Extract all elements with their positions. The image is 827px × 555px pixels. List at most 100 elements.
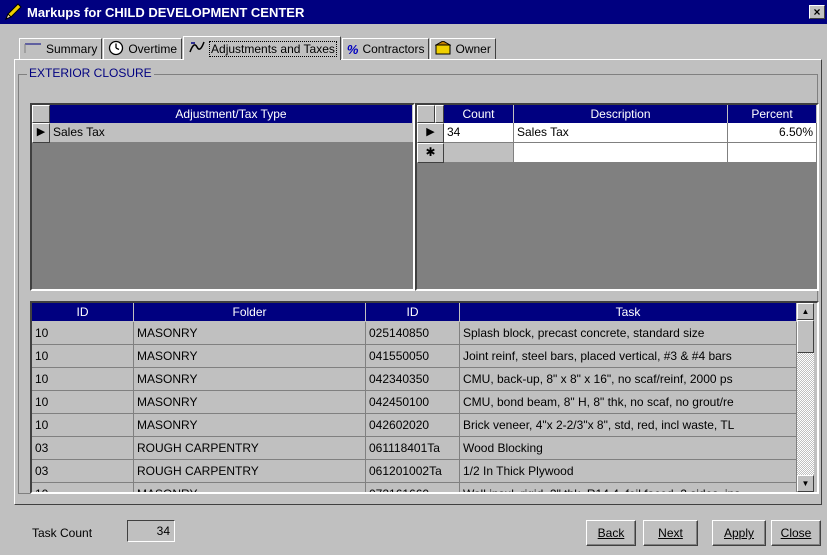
task-count-value: 34: [127, 520, 175, 542]
task-cell-id[interactable]: 10: [32, 368, 134, 391]
task-cell-task[interactable]: Wall insul, rigid, 2" thk, R14.4, foil f…: [460, 483, 797, 492]
current-row-arrow-icon[interactable]: ▶: [417, 123, 444, 143]
task-cell-item-id[interactable]: 061201002Ta: [366, 460, 460, 483]
percent-icon: %: [346, 41, 359, 57]
task-cell-folder[interactable]: MASONRY: [134, 368, 366, 391]
task-cell-folder[interactable]: MASONRY: [134, 414, 366, 437]
column-header-percent[interactable]: Percent: [728, 105, 817, 123]
back-button[interactable]: Back: [586, 520, 636, 546]
task-cell-id[interactable]: 10: [32, 414, 134, 437]
task-rows: 10 MASONRY 025140850 Splash block, precast …: [32, 322, 797, 492]
new-row-count-cell[interactable]: [444, 143, 514, 163]
tab-overtime[interactable]: Overtime: [103, 38, 183, 60]
task-cell-task[interactable]: Brick veneer, 4"x 2-2/3"x 8", std, red, …: [460, 414, 797, 437]
task-count-label: Task Count: [32, 526, 93, 540]
scroll-thumb[interactable]: [797, 320, 814, 353]
tab-summary-label: Summary: [46, 42, 98, 56]
tab-summary[interactable]: Summary: [19, 38, 103, 60]
column-header-adjustment-type[interactable]: Adjustment/Tax Type: [50, 105, 413, 123]
task-cell-id[interactable]: 03: [32, 460, 134, 483]
current-row-arrow-icon[interactable]: ▶: [32, 123, 50, 143]
rates-grid[interactable]: Count Description Percent ▶ 34 Sales Tax…: [415, 103, 819, 291]
new-row-percent-cell[interactable]: [728, 143, 817, 163]
grid-corner: [417, 105, 435, 123]
task-cell-item-id[interactable]: 061118401Ta: [366, 437, 460, 460]
task-cell-id[interactable]: 10: [32, 345, 134, 368]
column-header-description[interactable]: Description: [514, 105, 728, 123]
column-header-count[interactable]: Count: [444, 105, 514, 123]
group-label: EXTERIOR CLOSURE: [27, 66, 154, 80]
new-row-marker-icon[interactable]: ✱: [417, 143, 444, 163]
task-cell-id[interactable]: 10: [32, 322, 134, 345]
task-cell-item-id[interactable]: 041550050: [366, 345, 460, 368]
task-cell-folder[interactable]: ROUGH CARPENTRY: [134, 437, 366, 460]
rate-description-cell[interactable]: Sales Tax: [514, 123, 728, 143]
tab-adjustments-and-taxes[interactable]: Adjustments and Taxes: [183, 36, 341, 60]
column-header-item-id[interactable]: ID: [366, 303, 460, 321]
back-button-label: Back: [597, 526, 625, 540]
task-cell-folder[interactable]: MASONRY: [134, 391, 366, 414]
scroll-down-icon[interactable]: ▼: [797, 475, 814, 492]
tab-adjustments-label: Adjustments and Taxes: [209, 40, 337, 57]
task-cell-folder[interactable]: MASONRY: [134, 322, 366, 345]
table-row[interactable]: 10 MASONRY 042340350 CMU, back-up, 8" x 8" …: [32, 368, 797, 391]
task-cell-folder[interactable]: MASONRY: [134, 345, 366, 368]
task-cell-id[interactable]: 10: [32, 483, 134, 492]
task-cell-folder[interactable]: ROUGH CARPENTRY: [134, 460, 366, 483]
scroll-up-icon[interactable]: ▲: [797, 303, 814, 320]
table-row[interactable]: 10 MASONRY 042602020 Brick veneer, 4"x 2-2/…: [32, 414, 797, 437]
tab-overtime-label: Overtime: [128, 42, 178, 56]
adjustments-icon: [188, 39, 206, 58]
pencil-icon: [5, 3, 22, 20]
tab-contractors[interactable]: % Contractors: [341, 38, 430, 60]
owner-icon: [434, 39, 453, 58]
task-cell-task[interactable]: 1/2 In Thick Plywood: [460, 460, 797, 483]
table-row[interactable]: 10 MASONRY 042450100 CMU, bond beam, 8" H, …: [32, 391, 797, 414]
tab-contractors-label: Contractors: [362, 42, 425, 56]
window-title: Markups for CHILD DEVELOPMENT CENTER: [27, 4, 305, 20]
column-header-folder[interactable]: Folder: [134, 303, 366, 321]
rate-percent-cell[interactable]: 6.50%: [728, 123, 817, 143]
summary-icon: [24, 42, 42, 57]
table-row[interactable]: 10 MASONRY 041550050 Joint reinf, steel bar…: [32, 345, 797, 368]
adjustment-type-cell[interactable]: Sales Tax: [50, 123, 413, 143]
task-cell-item-id[interactable]: 025140850: [366, 322, 460, 345]
column-header-id[interactable]: ID: [32, 303, 134, 321]
task-cell-id[interactable]: 03: [32, 437, 134, 460]
rate-count-cell[interactable]: 34: [444, 123, 514, 143]
tab-owner[interactable]: Owner: [430, 38, 496, 60]
grid-corner: [32, 105, 50, 123]
grid-corner-spacer: [435, 105, 444, 123]
task-cell-item-id[interactable]: 042340350: [366, 368, 460, 391]
clock-icon: [108, 40, 124, 59]
task-cell-item-id[interactable]: 042450100: [366, 391, 460, 414]
table-row[interactable]: 03 ROUGH CARPENTRY 061118401Ta Wood Blockin…: [32, 437, 797, 460]
table-row[interactable]: 10MASONRY072161660Wall insul, rigid, 2" …: [32, 483, 797, 492]
tab-strip: Summary Overtime Adjustments and Taxes %…: [19, 36, 497, 60]
task-cell-task[interactable]: CMU, bond beam, 8" H, 8" thk, no scaf, n…: [460, 391, 797, 414]
close-button-label: Close: [780, 526, 812, 540]
close-window-button[interactable]: ×: [809, 5, 825, 19]
title-bar: Markups for CHILD DEVELOPMENT CENTER ×: [0, 0, 827, 24]
close-button[interactable]: Close: [771, 520, 821, 546]
task-cell-task[interactable]: Wood Blocking: [460, 437, 797, 460]
table-row[interactable]: 03 ROUGH CARPENTRY 061201002Ta 1/2 In Thick…: [32, 460, 797, 483]
task-cell-task[interactable]: Joint reinf, steel bars, placed vertical…: [460, 345, 797, 368]
task-cell-task[interactable]: CMU, back-up, 8" x 8" x 16", no scaf/rei…: [460, 368, 797, 391]
task-cell-item-id[interactable]: 072161660: [366, 483, 460, 492]
tasks-grid[interactable]: ID Folder ID Task 10 MASONRY 025140850 Spla…: [30, 301, 819, 494]
column-header-task[interactable]: Task: [460, 303, 797, 321]
next-button-label: Next: [658, 526, 683, 540]
task-cell-folder[interactable]: MASONRY: [134, 483, 366, 492]
apply-button-label: Apply: [723, 526, 755, 540]
new-row-description-cell[interactable]: [514, 143, 728, 163]
adjustment-type-grid[interactable]: Adjustment/Tax Type ▶ Sales Tax: [30, 103, 415, 291]
task-cell-id[interactable]: 10: [32, 391, 134, 414]
next-button[interactable]: Next: [643, 520, 698, 546]
vertical-scrollbar[interactable]: ▲ ▼: [797, 303, 814, 492]
task-cell-item-id[interactable]: 042602020: [366, 414, 460, 437]
tab-owner-label: Owner: [455, 42, 491, 56]
table-row[interactable]: 10 MASONRY 025140850 Splash block, precast …: [32, 322, 797, 345]
apply-button[interactable]: Apply: [712, 520, 766, 546]
task-cell-task[interactable]: Splash block, precast concrete, standard…: [460, 322, 797, 345]
